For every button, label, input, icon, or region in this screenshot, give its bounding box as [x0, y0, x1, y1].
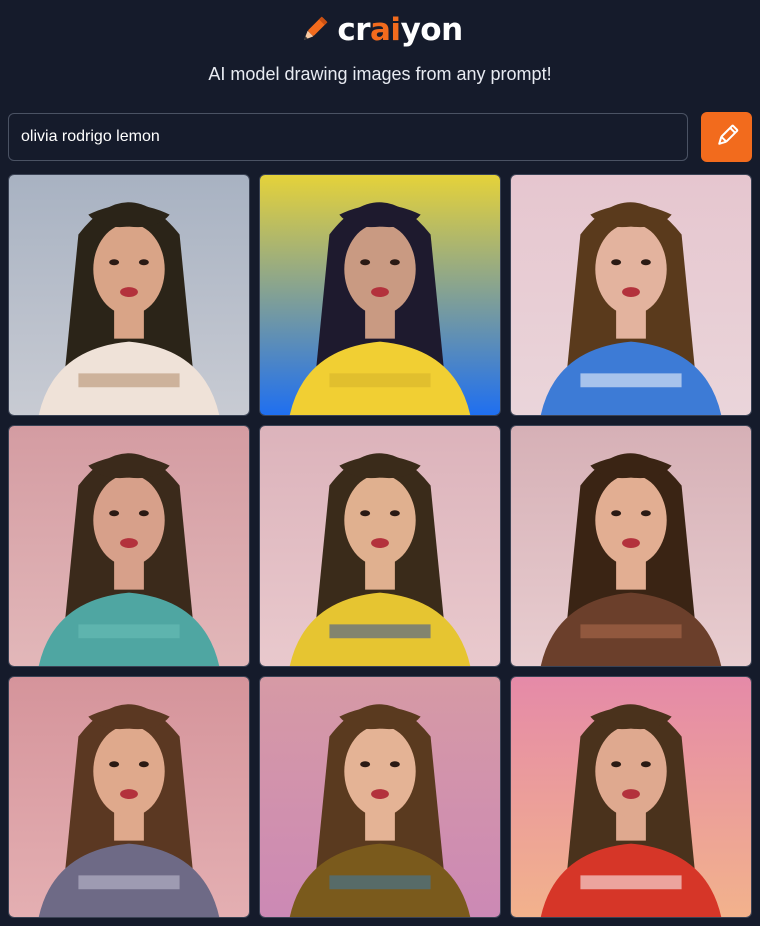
result-image[interactable]	[8, 174, 250, 416]
result-image[interactable]	[259, 425, 501, 667]
result-image[interactable]	[510, 425, 752, 667]
logo-text-accent: ai	[370, 11, 401, 48]
prompt-input[interactable]	[8, 113, 688, 161]
tagline: AI model drawing images from any prompt!	[208, 64, 552, 84]
result-image[interactable]	[8, 676, 250, 918]
results-grid	[8, 174, 752, 918]
result-image[interactable]	[8, 425, 250, 667]
result-image[interactable]	[259, 676, 501, 918]
result-image[interactable]	[510, 174, 752, 416]
logo-text-pre: cr	[337, 11, 371, 48]
craiyon-page: craiyon AI model drawing images from any…	[0, 0, 760, 926]
result-image[interactable]	[259, 174, 501, 416]
logo[interactable]: craiyon	[0, 10, 760, 50]
pencil-icon	[297, 13, 331, 47]
logo-wordmark: craiyon	[337, 11, 464, 48]
logo-text-post: yon	[400, 11, 464, 48]
draw-button[interactable]	[701, 112, 752, 162]
result-image[interactable]	[510, 676, 752, 918]
pencil-icon	[714, 123, 740, 152]
